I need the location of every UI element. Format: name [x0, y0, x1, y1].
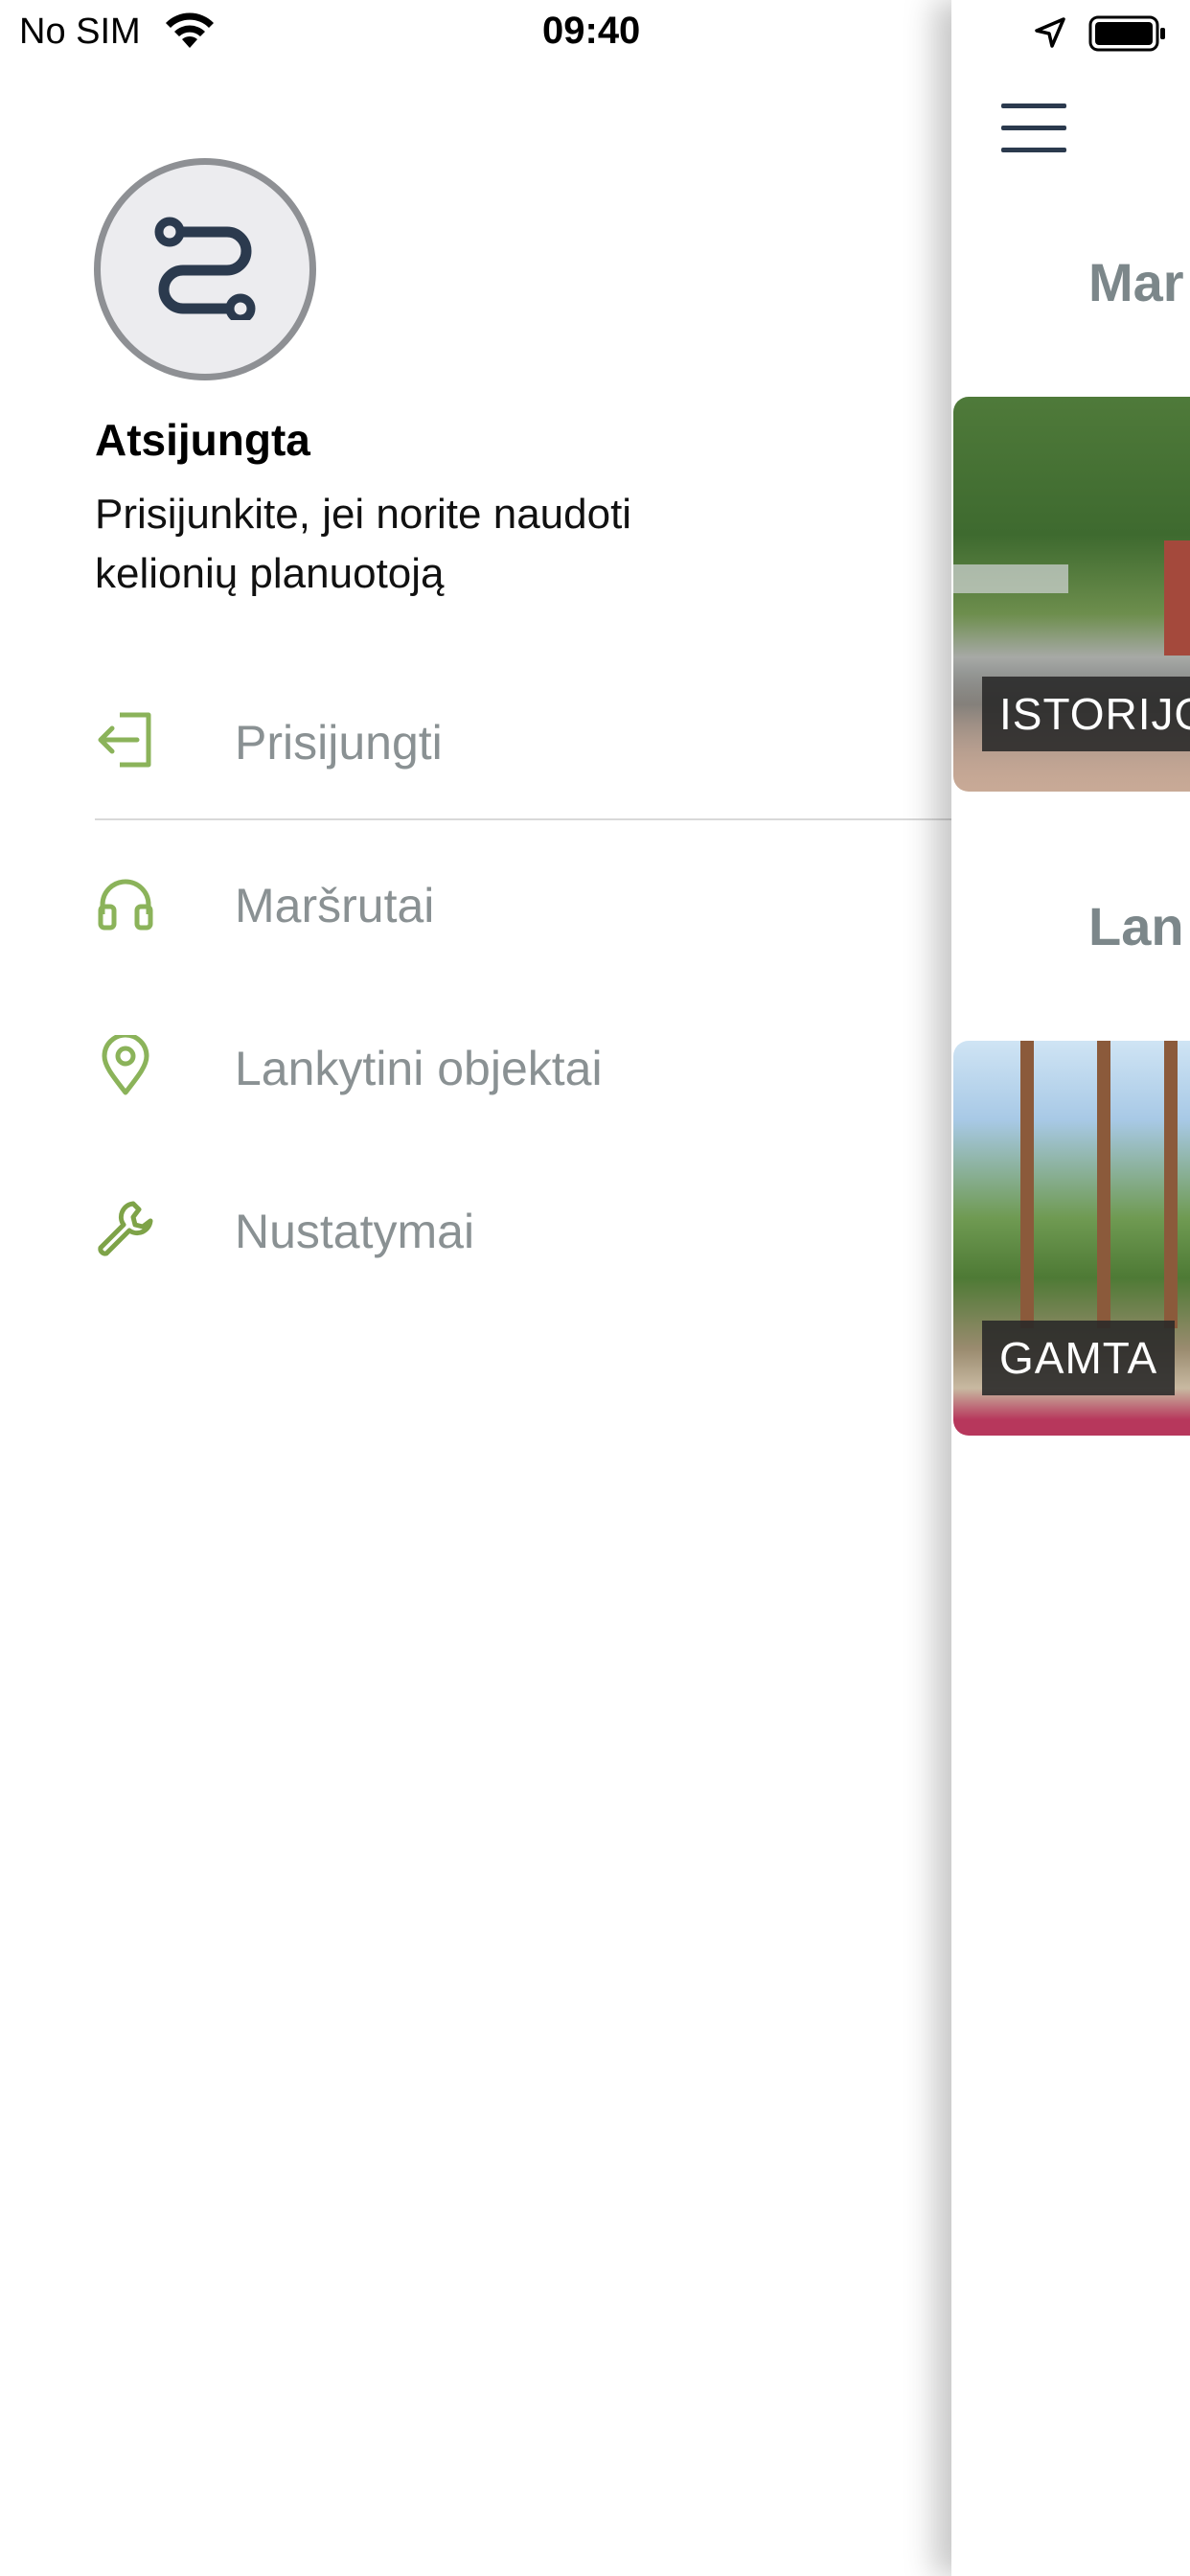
card-image-detail — [953, 564, 1068, 593]
wrench-icon — [98, 1201, 153, 1256]
menu-item-places[interactable]: Lankytini objektai — [95, 1035, 951, 1160]
location-pin-icon — [102, 1035, 149, 1095]
divider — [95, 818, 951, 820]
login-icon — [98, 712, 151, 768]
card-image-detail — [1097, 1041, 1110, 1328]
wifi-icon — [166, 12, 214, 48]
location-arrow-icon — [1035, 17, 1065, 48]
menu-item-label: Maršrutai — [235, 879, 435, 932]
menu-item-settings[interactable]: Nustatymai — [95, 1198, 951, 1322]
card-label: ISTORIJO — [982, 677, 1190, 751]
menu-item-routes[interactable]: Maršrutai — [95, 872, 951, 997]
battery-icon — [1088, 15, 1165, 52]
menu-item-login[interactable]: Prisijungti — [95, 709, 951, 834]
menu-item-label: Lankytini objektai — [235, 1042, 603, 1095]
carrier-label: No SIM — [19, 12, 141, 52]
menu-item-label: Nustatymai — [235, 1205, 475, 1258]
user-status-title: Atsijungta — [95, 415, 310, 465]
category-card-nature[interactable]: GAMTA — [953, 1041, 1190, 1436]
category-card-history[interactable]: ISTORIJO — [953, 397, 1190, 792]
status-bar: No SIM 09:40 — [0, 0, 1190, 65]
section-title-routes: Mar — [1088, 252, 1184, 312]
menu-item-label: Prisijungti — [235, 716, 443, 770]
route-icon — [154, 217, 256, 320]
card-image-detail — [1164, 540, 1190, 656]
menu-icon[interactable] — [1001, 104, 1066, 155]
avatar — [94, 158, 316, 380]
section-title-places: Lan — [1088, 896, 1184, 956]
main-content: Mar ISTORIJO Lan GAMTA — [951, 0, 1190, 2576]
clock: 09:40 — [542, 10, 641, 52]
user-status-description: Prisijunkite, jei norite naudoti kelioni… — [95, 491, 632, 597]
headphones-icon — [98, 879, 153, 931]
card-image-detail — [1164, 1041, 1178, 1328]
navigation-drawer: Atsijungta Prisijunkite, jei norite naud… — [0, 0, 951, 2576]
card-label: GAMTA — [982, 1321, 1176, 1395]
card-image-detail — [1020, 1041, 1034, 1328]
